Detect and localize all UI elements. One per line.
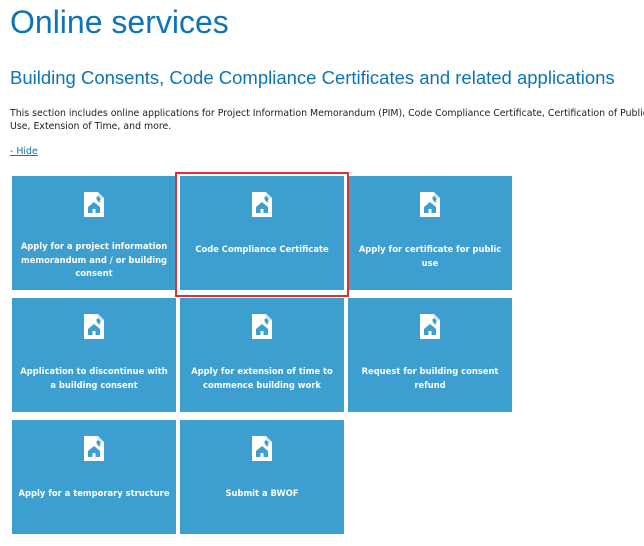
document-house-icon bbox=[420, 192, 440, 217]
tile-label: Application to discontinue with a buildi… bbox=[20, 366, 168, 390]
tile-temporary-structure[interactable]: Apply for a temporary structure bbox=[12, 420, 176, 534]
tile-label: Submit a BWOF bbox=[225, 488, 299, 498]
tile-apply-pim-building-consent[interactable]: Apply for a project information memorand… bbox=[12, 176, 176, 290]
tile-label: Request for building consent refund bbox=[361, 366, 499, 390]
document-house-icon bbox=[420, 314, 440, 339]
document-house-icon bbox=[84, 314, 104, 339]
tile-label: Apply for a project information memorand… bbox=[20, 241, 168, 278]
hide-toggle-link[interactable]: - Hide bbox=[10, 146, 38, 158]
document-house-icon bbox=[252, 314, 272, 339]
document-house-icon bbox=[252, 192, 272, 217]
section-heading: Building Consents, Code Compliance Certi… bbox=[10, 67, 615, 88]
tile-certificate-public-use[interactable]: Apply for certificate for public use bbox=[348, 176, 512, 290]
document-house-icon bbox=[84, 192, 104, 217]
tile-label: Apply for certificate for public use bbox=[358, 244, 502, 268]
tile-label: Apply for a temporary structure bbox=[18, 488, 170, 498]
document-house-icon bbox=[84, 436, 104, 461]
tile-label: Code Compliance Certificate bbox=[195, 244, 329, 254]
document-house-icon bbox=[252, 436, 272, 461]
tile-submit-bwof[interactable]: Submit a BWOF bbox=[180, 420, 344, 534]
tile-code-compliance-certificate[interactable]: Code Compliance Certificate bbox=[180, 176, 344, 290]
tile-label: Apply for extension of time to commence … bbox=[191, 366, 333, 390]
section-description: This section includes online application… bbox=[10, 108, 644, 132]
tile-building-consent-refund[interactable]: Request for building consent refund bbox=[348, 298, 512, 412]
tile-extension-of-time[interactable]: Apply for extension of time to commence … bbox=[180, 298, 344, 412]
page-title: Online services bbox=[10, 4, 229, 40]
tile-discontinue-building-consent[interactable]: Application to discontinue with a buildi… bbox=[12, 298, 176, 412]
